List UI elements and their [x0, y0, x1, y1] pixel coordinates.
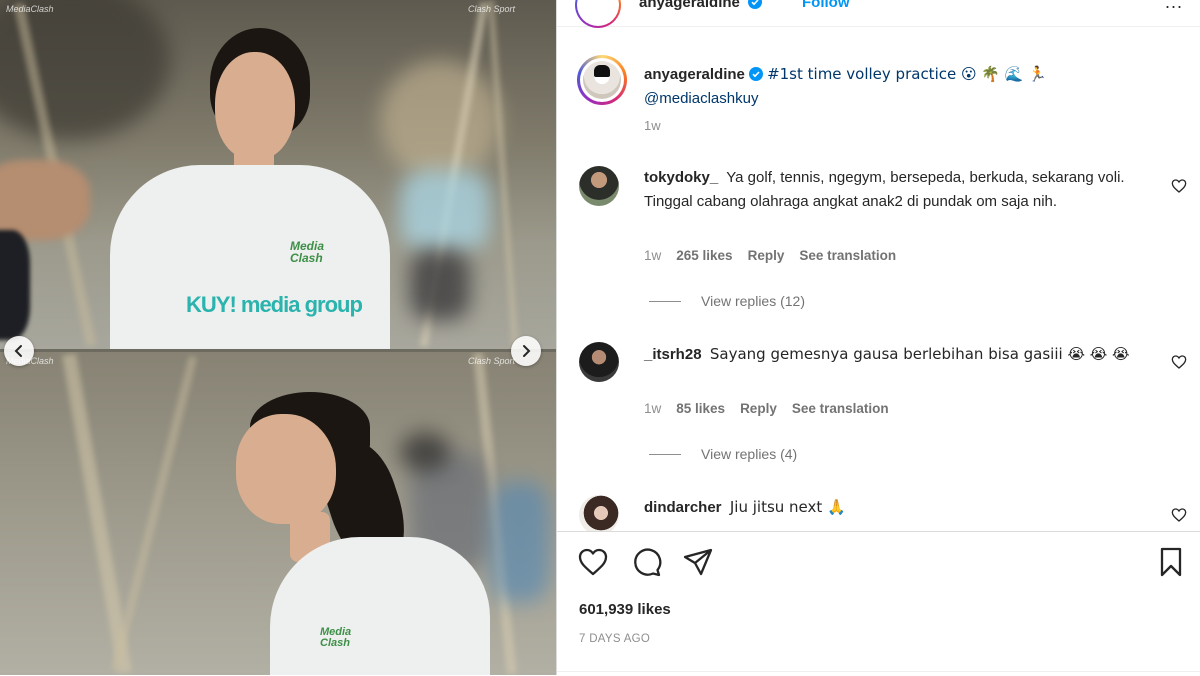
comment-translate-button[interactable]: See translation	[792, 401, 889, 416]
carousel-prev-button[interactable]	[4, 336, 34, 366]
shirt-logo-text: Media Clash	[290, 239, 325, 265]
watermark-left: MediaClash	[6, 4, 54, 14]
comment-meta: 1w 265 likes Reply See translation	[644, 248, 896, 263]
comment-avatar[interactable]	[579, 166, 619, 206]
comment-meta: 1w 85 likes Reply See translation	[644, 401, 889, 416]
comment-time[interactable]: 1w	[644, 248, 661, 263]
header-username-text: anyageraldine	[639, 0, 740, 11]
header-username[interactable]: anyageraldine	[639, 0, 763, 11]
caption: anyageraldine #1st time volley practice …	[644, 62, 1164, 111]
like-heart-icon[interactable]	[577, 546, 609, 578]
comment-bubble-icon[interactable]	[630, 546, 662, 578]
shirt-logo-text-2: Media Clash	[320, 626, 352, 649]
photo-bottom: Media Clash MediaClash Clash Sport	[0, 352, 556, 675]
verified-icon	[748, 67, 763, 81]
comment-text-block: _itsrh28 Sayang gemesnya gausa berlebiha…	[644, 342, 1144, 367]
share-send-icon[interactable]	[682, 546, 714, 578]
watermark-right-2: Clash Sport	[468, 356, 516, 366]
more-options-icon[interactable]: ...	[1165, 0, 1183, 13]
comment-avatar[interactable]	[579, 495, 619, 531]
chevron-right-icon	[523, 345, 531, 357]
comment-item: dindarcher Jiu jitsu next 🙏	[557, 495, 1200, 531]
comment-username[interactable]: dindarcher	[644, 499, 722, 516]
caption-text[interactable]: #1st time volley practice 😮 🌴 🌊 🏃	[767, 65, 1047, 83]
watermark-right: Clash Sport	[468, 4, 516, 14]
view-replies-button[interactable]: View replies (4)	[649, 446, 797, 462]
comment-likes[interactable]: 265 likes	[676, 248, 732, 263]
post-header: anyageraldine Follow ...	[557, 0, 1200, 28]
comment-avatar[interactable]	[579, 342, 619, 382]
view-replies-line	[649, 453, 681, 455]
save-bookmark-icon[interactable]	[1155, 546, 1187, 578]
comment-reply-button[interactable]: Reply	[748, 248, 785, 263]
caption-username[interactable]: anyageraldine	[644, 66, 745, 83]
comment-text: Sayang gemesnya gausa berlebihan bisa ga…	[709, 345, 1130, 363]
comment-like-icon[interactable]	[1171, 178, 1187, 194]
comment-like-icon[interactable]	[1171, 507, 1187, 523]
view-replies-button[interactable]: View replies (12)	[649, 293, 805, 309]
post-media[interactable]: KUY! media group Media Clash MediaClash …	[0, 0, 556, 675]
comment-time[interactable]: 1w	[644, 401, 661, 416]
comment-reply-button[interactable]: Reply	[740, 401, 777, 416]
caption-avatar[interactable]	[577, 55, 627, 105]
comment-likes[interactable]: 85 likes	[676, 401, 725, 416]
verified-icon	[748, 0, 763, 9]
comment-text-block: tokydoky_ Ya golf, tennis, ngegym, berse…	[644, 166, 1144, 214]
photo-top: KUY! media group Media Clash MediaClash …	[0, 0, 556, 349]
comment-text: Jiu jitsu next 🙏	[729, 498, 846, 516]
post-side-panel: anyageraldine Follow ... anyageraldine #…	[556, 0, 1200, 676]
comment-username[interactable]: _itsrh28	[644, 346, 702, 363]
caption-time[interactable]: 1w	[644, 118, 661, 133]
comment-like-icon[interactable]	[1171, 354, 1187, 370]
view-replies-label: View replies (4)	[701, 446, 798, 462]
post-date[interactable]: 7 DAYS AGO	[579, 633, 650, 645]
post-actions: 601,939 likes 7 DAYS AGO	[557, 531, 1200, 676]
follow-button[interactable]: Follow	[802, 0, 850, 11]
divider	[557, 671, 1200, 672]
shirt-brand-text: KUY! media group	[186, 292, 363, 317]
comment-translate-button[interactable]: See translation	[799, 248, 896, 263]
header-avatar[interactable]	[575, 0, 621, 28]
view-replies-label: View replies (12)	[701, 293, 806, 309]
chevron-left-icon	[14, 345, 22, 357]
caption-mention[interactable]: @mediaclashkuy	[644, 90, 758, 107]
comment-username[interactable]: tokydoky_	[644, 169, 718, 186]
carousel-next-button[interactable]	[511, 336, 541, 366]
likes-count[interactable]: 601,939 likes	[579, 601, 671, 618]
view-replies-line	[649, 300, 681, 302]
comment-text-block: dindarcher Jiu jitsu next 🙏	[644, 495, 1144, 520]
